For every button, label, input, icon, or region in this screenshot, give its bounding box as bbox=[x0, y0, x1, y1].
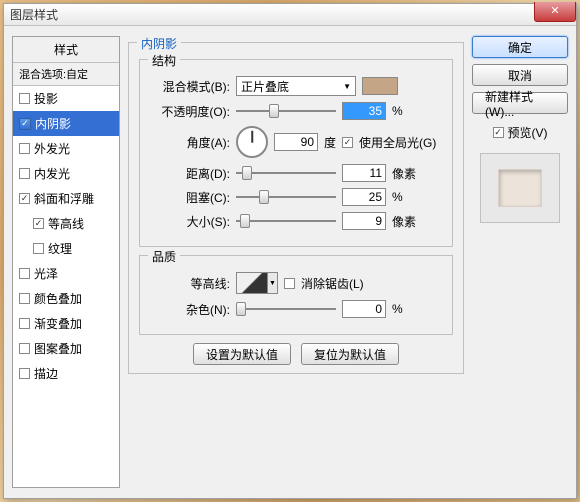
color-swatch[interactable] bbox=[362, 77, 398, 95]
style-item-4[interactable]: 斜面和浮雕 bbox=[13, 186, 119, 211]
opacity-unit: % bbox=[392, 104, 422, 118]
antialias-checkbox[interactable] bbox=[284, 278, 295, 289]
structure-group: 结构 混合模式(B): 正片叠底 ▼ 不透明度(O): 35 % bbox=[139, 59, 453, 247]
size-slider[interactable] bbox=[236, 213, 336, 229]
blend-mode-value: 正片叠底 bbox=[241, 78, 289, 95]
choke-label: 阻塞(C): bbox=[150, 189, 230, 206]
style-item-label: 等高线 bbox=[48, 215, 84, 232]
style-item-0[interactable]: 投影 bbox=[13, 86, 119, 111]
close-button[interactable]: ✕ bbox=[534, 2, 576, 22]
distance-input[interactable]: 11 bbox=[342, 164, 386, 182]
style-item-8[interactable]: 颜色叠加 bbox=[13, 286, 119, 311]
style-item-11[interactable]: 描边 bbox=[13, 361, 119, 386]
style-item-5[interactable]: 等高线 bbox=[13, 211, 119, 236]
style-checkbox[interactable] bbox=[19, 268, 30, 279]
angle-dial[interactable] bbox=[236, 126, 268, 158]
preview-label: 预览(V) bbox=[508, 124, 548, 141]
style-checkbox[interactable] bbox=[19, 293, 30, 304]
settings-panel: 内阴影 结构 混合模式(B): 正片叠底 ▼ 不透明度(O): bbox=[128, 36, 464, 488]
size-input[interactable]: 9 bbox=[342, 212, 386, 230]
contour-label: 等高线: bbox=[150, 275, 230, 292]
preview-checkbox[interactable] bbox=[493, 127, 504, 138]
style-item-1[interactable]: 内阴影 bbox=[13, 111, 119, 136]
preview-box bbox=[480, 153, 560, 223]
style-item-label: 内阴影 bbox=[35, 115, 71, 132]
style-item-label: 渐变叠加 bbox=[34, 315, 82, 332]
blend-mode-label: 混合模式(B): bbox=[150, 78, 230, 95]
contour-dropdown[interactable]: ▼ bbox=[268, 272, 278, 294]
noise-label: 杂色(N): bbox=[150, 301, 230, 318]
distance-slider[interactable] bbox=[236, 165, 336, 181]
choke-input[interactable]: 25 bbox=[342, 188, 386, 206]
style-item-label: 内发光 bbox=[34, 165, 70, 182]
style-item-label: 描边 bbox=[34, 365, 58, 382]
new-style-button[interactable]: 新建样式(W)... bbox=[472, 92, 568, 114]
angle-input[interactable]: 90 bbox=[274, 133, 318, 151]
style-checkbox[interactable] bbox=[19, 343, 30, 354]
quality-title: 品质 bbox=[148, 248, 180, 265]
opacity-label: 不透明度(O): bbox=[150, 103, 230, 120]
style-item-6[interactable]: 纹理 bbox=[13, 236, 119, 261]
opacity-slider[interactable] bbox=[236, 103, 336, 119]
style-checkbox[interactable] bbox=[19, 93, 30, 104]
noise-unit: % bbox=[392, 302, 422, 316]
distance-unit: 像素 bbox=[392, 165, 422, 182]
quality-group: 品质 等高线: ▼ 消除锯齿(L) 杂色(N): 0 bbox=[139, 255, 453, 335]
global-light-label: 使用全局光(G) bbox=[359, 134, 436, 151]
style-item-label: 外发光 bbox=[34, 140, 70, 157]
style-item-label: 图案叠加 bbox=[34, 340, 82, 357]
reset-default-button[interactable]: 复位为默认值 bbox=[301, 343, 399, 365]
style-checkbox[interactable] bbox=[19, 318, 30, 329]
style-item-label: 纹理 bbox=[48, 240, 72, 257]
style-item-7[interactable]: 光泽 bbox=[13, 261, 119, 286]
style-item-10[interactable]: 图案叠加 bbox=[13, 336, 119, 361]
set-default-button[interactable]: 设置为默认值 bbox=[193, 343, 291, 365]
panel-title: 内阴影 bbox=[137, 35, 181, 52]
style-checkbox[interactable] bbox=[19, 118, 31, 130]
angle-unit: 度 bbox=[324, 134, 336, 151]
style-item-3[interactable]: 内发光 bbox=[13, 161, 119, 186]
style-item-label: 颜色叠加 bbox=[34, 290, 82, 307]
style-item-label: 投影 bbox=[34, 90, 58, 107]
choke-unit: % bbox=[392, 190, 422, 204]
antialias-label: 消除锯齿(L) bbox=[301, 275, 364, 292]
styles-list: 样式 混合选项:自定 投影内阴影外发光内发光斜面和浮雕等高线纹理光泽颜色叠加渐变… bbox=[12, 36, 120, 488]
action-panel: 确定 取消 新建样式(W)... 预览(V) bbox=[472, 36, 568, 488]
blend-mode-select[interactable]: 正片叠底 ▼ bbox=[236, 76, 356, 96]
blend-options-row[interactable]: 混合选项:自定 bbox=[13, 63, 119, 86]
style-checkbox[interactable] bbox=[33, 243, 44, 254]
noise-input[interactable]: 0 bbox=[342, 300, 386, 318]
styles-header: 样式 bbox=[13, 37, 119, 63]
size-label: 大小(S): bbox=[150, 213, 230, 230]
style-item-label: 斜面和浮雕 bbox=[34, 190, 94, 207]
style-item-9[interactable]: 渐变叠加 bbox=[13, 311, 119, 336]
choke-slider[interactable] bbox=[236, 189, 336, 205]
contour-picker[interactable] bbox=[236, 272, 268, 294]
cancel-button[interactable]: 取消 bbox=[472, 64, 568, 86]
style-checkbox[interactable] bbox=[19, 168, 30, 179]
style-item-2[interactable]: 外发光 bbox=[13, 136, 119, 161]
style-item-label: 光泽 bbox=[34, 265, 58, 282]
noise-slider[interactable] bbox=[236, 301, 336, 317]
titlebar[interactable]: 图层样式 ✕ bbox=[4, 4, 576, 26]
style-checkbox[interactable] bbox=[33, 218, 44, 229]
dialog-title: 图层样式 bbox=[10, 6, 58, 23]
style-checkbox[interactable] bbox=[19, 143, 30, 154]
opacity-input[interactable]: 35 bbox=[342, 102, 386, 120]
ok-button[interactable]: 确定 bbox=[472, 36, 568, 58]
size-unit: 像素 bbox=[392, 213, 422, 230]
global-light-checkbox[interactable] bbox=[342, 137, 353, 148]
structure-title: 结构 bbox=[148, 52, 180, 69]
style-checkbox[interactable] bbox=[19, 368, 30, 379]
chevron-down-icon: ▼ bbox=[343, 82, 351, 91]
layer-style-dialog: 图层样式 ✕ 样式 混合选项:自定 投影内阴影外发光内发光斜面和浮雕等高线纹理光… bbox=[3, 3, 577, 499]
distance-label: 距离(D): bbox=[150, 165, 230, 182]
inner-shadow-fieldset: 内阴影 结构 混合模式(B): 正片叠底 ▼ 不透明度(O): bbox=[128, 42, 464, 374]
style-checkbox[interactable] bbox=[19, 193, 30, 204]
preview-swatch bbox=[498, 169, 542, 207]
angle-label: 角度(A): bbox=[150, 134, 230, 151]
